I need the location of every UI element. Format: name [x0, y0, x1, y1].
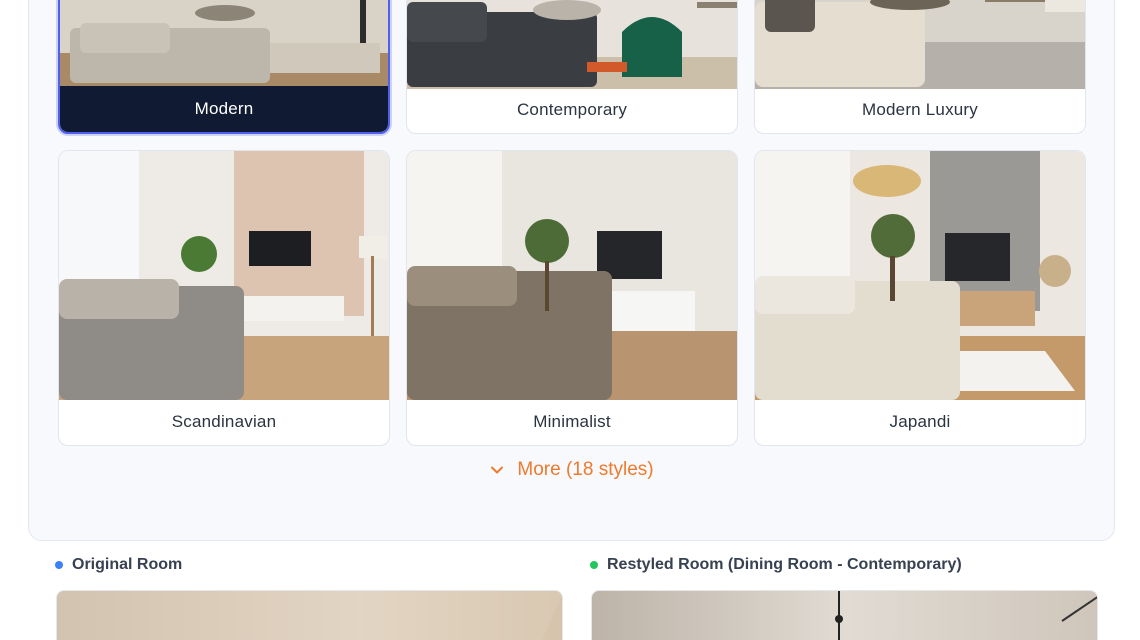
- style-preview-image: [60, 0, 388, 90]
- chevron-down-icon: [491, 466, 504, 474]
- style-card-label: Modern Luxury: [862, 100, 978, 119]
- style-preview-image: [755, 151, 1085, 400]
- style-preview-image: [755, 0, 1085, 89]
- original-room-label: Original Room: [72, 556, 183, 573]
- more-styles-label: More (18 styles): [517, 459, 654, 480]
- style-selector-panel: Modern Contemporary Modern Luxury Scandi…: [28, 0, 1115, 541]
- style-card-modern[interactable]: Modern: [58, 0, 390, 134]
- style-card-scandinavian[interactable]: Scandinavian: [58, 150, 390, 446]
- style-card-minimalist[interactable]: Minimalist: [406, 150, 738, 446]
- restyled-room-image: [591, 590, 1098, 640]
- style-card-label: Modern: [60, 86, 388, 132]
- style-card-label: Contemporary: [516, 100, 628, 119]
- restyled-room-label: Restyled Room (Dining Room - Contemporar…: [607, 556, 962, 573]
- style-card-label: Japandi: [889, 412, 951, 431]
- style-preview-image: [407, 151, 737, 400]
- style-card-modern-luxury[interactable]: Modern Luxury: [754, 0, 1086, 134]
- original-room-image: [56, 590, 563, 640]
- style-preview-image: [59, 151, 389, 400]
- style-card-label: Scandinavian: [171, 412, 277, 431]
- style-preview-image: [407, 0, 737, 89]
- original-room-heading: Original Room: [55, 556, 182, 574]
- status-dot: [590, 561, 598, 569]
- style-card-contemporary[interactable]: Contemporary: [406, 0, 738, 134]
- restyled-room-heading: Restyled Room (Dining Room - Contemporar…: [590, 556, 962, 574]
- style-card-japandi[interactable]: Japandi: [754, 150, 1086, 446]
- status-dot: [55, 561, 63, 569]
- more-styles-button[interactable]: More (18 styles): [29, 457, 1114, 483]
- style-card-label: Minimalist: [533, 412, 611, 431]
